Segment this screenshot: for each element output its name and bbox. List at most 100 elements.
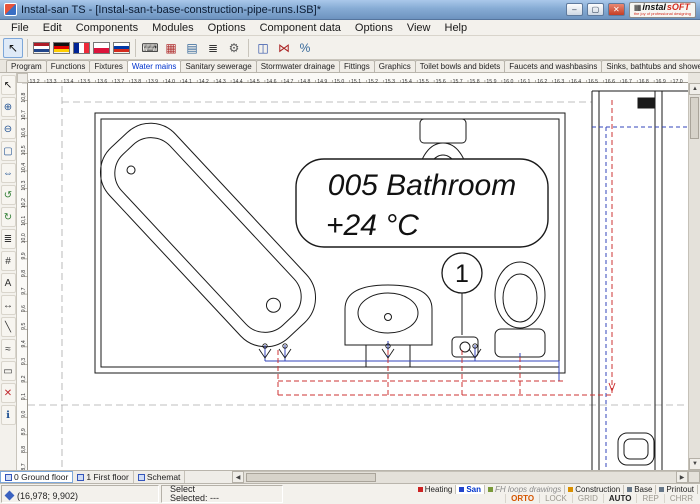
keyboard-icon[interactable]: ⌨ (140, 38, 160, 58)
tab-fixtures[interactable]: Fixtures (89, 60, 127, 72)
grid-tool[interactable]: # (1, 251, 16, 271)
vertical-scroll-track[interactable] (689, 95, 700, 458)
page-tabs: 0 Ground floor1 First floorSchemat (0, 471, 232, 483)
logo-tagline: the joy of professional designing (634, 12, 691, 16)
text-tool[interactable]: A (1, 273, 16, 293)
vertical-scrollbar[interactable]: ▲ ▼ (688, 83, 700, 470)
floor-drain[interactable] (452, 337, 478, 357)
line-tool[interactable]: ╲ (1, 317, 16, 337)
redraw-tool[interactable]: ↻ (1, 207, 16, 227)
tab-sanitary-sewerage[interactable]: Sanitary sewerage (180, 60, 256, 72)
pagebar: 0 Ground floor1 First floorSchemat ◀ ▶ (0, 470, 700, 483)
zoom-out-tool[interactable]: ⊖ (1, 119, 16, 139)
module-tab-construction[interactable]: Construction (565, 485, 624, 494)
tab-water-mains[interactable]: Water mains (127, 60, 182, 72)
close-button[interactable]: ✕ (608, 3, 625, 16)
scroll-down-button[interactable]: ▼ (689, 458, 700, 470)
tab-program[interactable]: Program (6, 60, 47, 72)
flag-france-icon[interactable] (73, 42, 90, 54)
tab-toilet-bowls-and-bidets[interactable]: Toilet bowls and bidets (415, 60, 506, 72)
select-arrow-tool[interactable]: ↖ (1, 75, 16, 95)
tab-functions[interactable]: Functions (46, 60, 91, 72)
toggle-grid[interactable]: GRID (572, 494, 603, 503)
menu-file[interactable]: File (4, 21, 36, 35)
svg-text:10,5: 10,5 (21, 145, 27, 155)
page-tab-1-first-floor[interactable]: 1 First floor (73, 471, 134, 483)
menu-options[interactable]: Options (201, 21, 253, 35)
maximize-button[interactable]: ▢ (587, 3, 604, 16)
info-tool[interactable]: ℹ (1, 405, 16, 425)
svg-text:10,1: 10,1 (21, 216, 27, 226)
select-arrow-tool[interactable]: ↖ (3, 38, 23, 58)
valve-icon[interactable]: ⋈ (274, 38, 294, 58)
flag-stripe (84, 43, 89, 53)
module-tab-base[interactable]: Base (624, 485, 656, 494)
construction-lines (28, 86, 688, 470)
diagram-icon[interactable]: ◫ (253, 38, 273, 58)
pan-tool[interactable]: ⇔ (1, 163, 16, 183)
bathtub[interactable] (86, 109, 329, 361)
menu-edit[interactable]: Edit (36, 21, 69, 35)
settings-gear-icon[interactable]: ⚙ (224, 38, 244, 58)
toggle-orto[interactable]: ORTO (505, 494, 539, 503)
scroll-up-button[interactable]: ▲ (689, 83, 700, 95)
module-tab-fh-loops-drawings[interactable]: FH loops drawings (485, 485, 565, 494)
rectangle-tool[interactable]: ▭ (1, 361, 16, 381)
horizontal-scroll-thumb[interactable] (246, 473, 376, 482)
horizontal-scrollbar[interactable]: ◀ ▶ (232, 471, 700, 483)
menu-components[interactable]: Components (69, 21, 145, 35)
list-icon[interactable]: ≣ (203, 38, 223, 58)
flag-netherlands-icon[interactable] (33, 42, 50, 54)
menubar: FileEditComponentsModulesOptionsComponen… (0, 20, 700, 36)
module-tab-san[interactable]: San (456, 485, 485, 494)
drawing-area[interactable]: 005 Bathroom +24 °C 1 (28, 83, 688, 470)
zoom-extents-tool[interactable]: ▢ (1, 141, 16, 161)
flag-germany-icon[interactable] (53, 42, 70, 54)
scroll-right-button[interactable]: ▶ (676, 471, 688, 483)
module-icon (659, 487, 664, 492)
components-grid-icon[interactable]: ▦ (161, 38, 181, 58)
previous-view-tool[interactable]: ↺ (1, 185, 16, 205)
toggle-lock[interactable]: LOCK (539, 494, 572, 503)
dimension-tool[interactable]: ↔ (1, 295, 16, 315)
horizontal-scroll-track[interactable] (244, 471, 676, 483)
svg-text:9,9: 9,9 (21, 252, 27, 259)
tab-faucets-and-washbasins[interactable]: Faucets and washbasins (504, 60, 602, 72)
tab-stormwater-drainage[interactable]: Stormwater drainage (256, 60, 340, 72)
page-tab-schemat[interactable]: Schemat (134, 471, 186, 483)
menu-view[interactable]: View (400, 21, 438, 35)
menu-options[interactable]: Options (348, 21, 400, 35)
module-tab-heating[interactable]: Heating (415, 485, 457, 494)
water-pipes-blue[interactable] (265, 341, 559, 381)
scale-percent-icon[interactable]: % (295, 38, 315, 58)
module-tab-printout[interactable]: Printout (656, 485, 698, 494)
flag-poland-icon[interactable] (93, 42, 110, 54)
delete-tool[interactable]: ✕ (1, 383, 16, 403)
flag-russia-icon[interactable] (113, 42, 130, 54)
minimize-button[interactable]: – (566, 3, 583, 16)
valve-symbols[interactable] (259, 344, 481, 358)
right-room-walls[interactable] (592, 91, 688, 470)
menu-component-data[interactable]: Component data (253, 21, 348, 35)
page-tab-0-ground-floor[interactable]: 0 Ground floor (0, 471, 73, 483)
toggle-rep[interactable]: REP (636, 494, 663, 503)
zoom-in-tool[interactable]: ⊕ (1, 97, 16, 117)
room-label[interactable]: 005 Bathroom +24 °C (296, 159, 548, 247)
toggle-auto[interactable]: AUTO (603, 494, 637, 503)
tab-sinks-bathtubs-and-showers[interactable]: Sinks, bathtubs and showers (601, 60, 700, 72)
corner-sink[interactable] (618, 433, 654, 465)
polyline-tool[interactable]: ≈ (1, 339, 16, 359)
tab-fittings[interactable]: Fittings (339, 60, 375, 72)
connection-marker[interactable]: 1 (442, 253, 482, 335)
status-toggles: ORTOLOCKGRIDAUTOREPCHRR (434, 494, 698, 503)
water-pipes-blue-dashed[interactable] (592, 127, 688, 470)
scroll-left-button[interactable]: ◀ (232, 471, 244, 483)
vertical-scroll-thumb[interactable] (690, 97, 699, 139)
menu-modules[interactable]: Modules (145, 21, 201, 35)
data-table-icon[interactable]: ▤ (182, 38, 202, 58)
toilet-right[interactable] (495, 262, 545, 357)
menu-help[interactable]: Help (438, 21, 475, 35)
tab-graphics[interactable]: Graphics (374, 60, 416, 72)
layers-tool[interactable]: ≣ (1, 229, 16, 249)
toggle-chrr[interactable]: CHRR (664, 494, 698, 503)
